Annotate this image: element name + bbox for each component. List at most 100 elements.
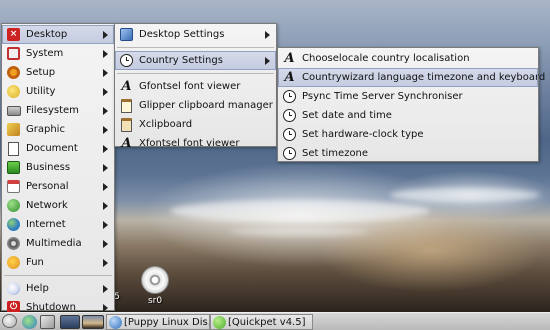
country-menu-item-psync[interactable]: Psync Time Server Synchroniser <box>278 87 538 106</box>
filesystem-icon <box>6 103 21 118</box>
clock-icon <box>282 146 297 161</box>
workspace-2-icon[interactable] <box>82 315 104 329</box>
desktop-menu-item-gfontsel[interactable]: A Gfontsel font viewer <box>115 77 276 96</box>
menu-item-label: Network <box>26 200 68 211</box>
menu-item-label: Xclipboard <box>139 119 193 130</box>
submenu-arrow-icon <box>103 126 108 134</box>
menu-item-label: Desktop Settings <box>139 29 225 40</box>
desktop-icon-sr0[interactable]: sr0 <box>140 266 170 306</box>
main-menu-item-personal[interactable]: Personal <box>2 177 114 196</box>
main-menu-item-system[interactable]: System <box>2 44 114 63</box>
submenu-arrow-icon <box>103 240 108 248</box>
menu-item-label: Set hardware-clock type <box>302 129 424 140</box>
desktop-menu-item-country-settings[interactable]: Country Settings <box>115 51 276 70</box>
country-menu-item-countrywizard[interactable]: A Countrywizard language timezone and ke… <box>278 68 545 87</box>
menu-item-label: Xfontsel font viewer <box>139 138 240 149</box>
main-menu-item-document[interactable]: Document <box>2 139 114 158</box>
cd-drive-icon <box>141 266 169 294</box>
desktop-menu-item-xfontsel[interactable]: A Xfontsel font viewer <box>115 134 276 153</box>
menu-item-label: Psync Time Server Synchroniser <box>302 91 463 102</box>
font-icon: A <box>284 70 295 85</box>
taskbar-task-quickpet[interactable]: [Quickpet v4.5] <box>210 314 313 330</box>
menu-item-label: Document <box>26 143 78 154</box>
main-menu-item-fun[interactable]: Fun <box>2 253 114 272</box>
network-icon <box>6 198 21 213</box>
menu-item-label: Set timezone <box>302 148 369 159</box>
main-menu-item-multimedia[interactable]: Multimedia <box>2 234 114 253</box>
graphic-icon <box>6 122 21 137</box>
menu-separator <box>117 47 274 48</box>
editor-launcher-icon[interactable] <box>40 315 55 329</box>
desktop-menu-item-desktop-settings[interactable]: Desktop Settings <box>115 25 276 44</box>
main-menu-item-filesystem[interactable]: Filesystem <box>2 101 114 120</box>
system-icon <box>6 46 21 61</box>
submenu-arrow-icon <box>103 304 108 312</box>
start-menu-button[interactable] <box>2 314 18 330</box>
desktop-icon: × <box>6 27 21 42</box>
browser-launcher-icon[interactable] <box>22 315 37 329</box>
main-menu-item-business[interactable]: Business <box>2 158 114 177</box>
document-icon <box>6 141 21 156</box>
submenu-arrow-icon <box>103 221 108 229</box>
clock-icon <box>282 89 297 104</box>
clipboard-icon <box>119 98 134 113</box>
multimedia-icon <box>6 236 21 251</box>
desktop-menu-item-xclipboard[interactable]: Xclipboard <box>115 115 276 134</box>
submenu-arrow-icon <box>103 69 108 77</box>
menu-item-label: Gfontsel font viewer <box>139 81 241 92</box>
menu-item-label: Business <box>26 162 71 173</box>
personal-icon <box>6 179 21 194</box>
submenu-arrow-icon <box>265 57 270 65</box>
country-menu-item-chooselocale[interactable]: A Chooselocale country localisation <box>278 49 538 68</box>
menu-item-label: Glipper clipboard manager <box>139 100 273 111</box>
desktop-menu-item-glipper[interactable]: Glipper clipboard manager <box>115 96 276 115</box>
submenu-arrow-icon <box>103 31 108 39</box>
setup-icon <box>6 65 21 80</box>
taskbar: [Puppy Linux Dis... [Quickpet v4.5] <box>0 312 550 330</box>
menu-item-label: Graphic <box>26 124 65 135</box>
menu-separator <box>117 73 274 74</box>
internet-icon <box>6 217 21 232</box>
menu-item-label: Desktop <box>26 29 68 40</box>
country-settings-submenu: A Chooselocale country localisation A Co… <box>277 47 545 163</box>
taskbar-task-puppy-linux[interactable]: [Puppy Linux Dis... <box>106 314 210 330</box>
font-icon: A <box>121 79 132 94</box>
main-menu-item-graphic[interactable]: Graphic <box>2 120 114 139</box>
main-menu-item-setup[interactable]: Setup <box>2 63 114 82</box>
submenu-arrow-icon <box>103 88 108 96</box>
submenu-arrow-icon <box>103 50 108 58</box>
menu-item-label: Fun <box>26 257 44 268</box>
menu-item-label: Country Settings <box>139 55 223 66</box>
country-menu-item-set-date-time[interactable]: Set date and time <box>278 106 538 125</box>
utility-icon <box>6 84 21 99</box>
puppy-logo-icon <box>2 314 17 328</box>
submenu-arrow-icon <box>103 259 108 267</box>
fun-icon <box>6 255 21 270</box>
submenu-arrow-icon <box>103 183 108 191</box>
main-menu-item-internet[interactable]: Internet <box>2 215 114 234</box>
font-icon: A <box>284 51 295 66</box>
font-icon: A <box>121 136 132 151</box>
country-menu-item-set-timezone[interactable]: Set timezone <box>278 144 538 163</box>
submenu-arrow-icon <box>103 285 108 293</box>
main-menu-item-network[interactable]: Network <box>2 196 114 215</box>
clock-icon <box>282 108 297 123</box>
business-icon <box>6 160 21 175</box>
clock-icon <box>282 127 297 142</box>
country-menu-item-hardware-clock[interactable]: Set hardware-clock type <box>278 125 538 144</box>
workspace-1-icon[interactable] <box>60 315 80 329</box>
clock-icon <box>119 53 134 68</box>
submenu-arrow-icon <box>103 164 108 172</box>
task-label: [Puppy Linux Dis... <box>124 317 210 328</box>
main-menu-item-utility[interactable]: Utility <box>2 82 114 101</box>
wallpaper-wave <box>170 200 430 222</box>
clipboard-icon <box>119 117 134 132</box>
menu-item-label: Help <box>26 283 49 294</box>
main-menu-item-help[interactable]: Help <box>2 279 114 298</box>
submenu-arrow-icon <box>103 107 108 115</box>
main-menu-item-desktop[interactable]: × Desktop <box>2 25 114 44</box>
settings-icon <box>119 27 134 42</box>
menu-item-label: Multimedia <box>26 238 82 249</box>
submenu-arrow-icon <box>265 31 270 39</box>
menu-item-label: Chooselocale country localisation <box>302 53 470 64</box>
